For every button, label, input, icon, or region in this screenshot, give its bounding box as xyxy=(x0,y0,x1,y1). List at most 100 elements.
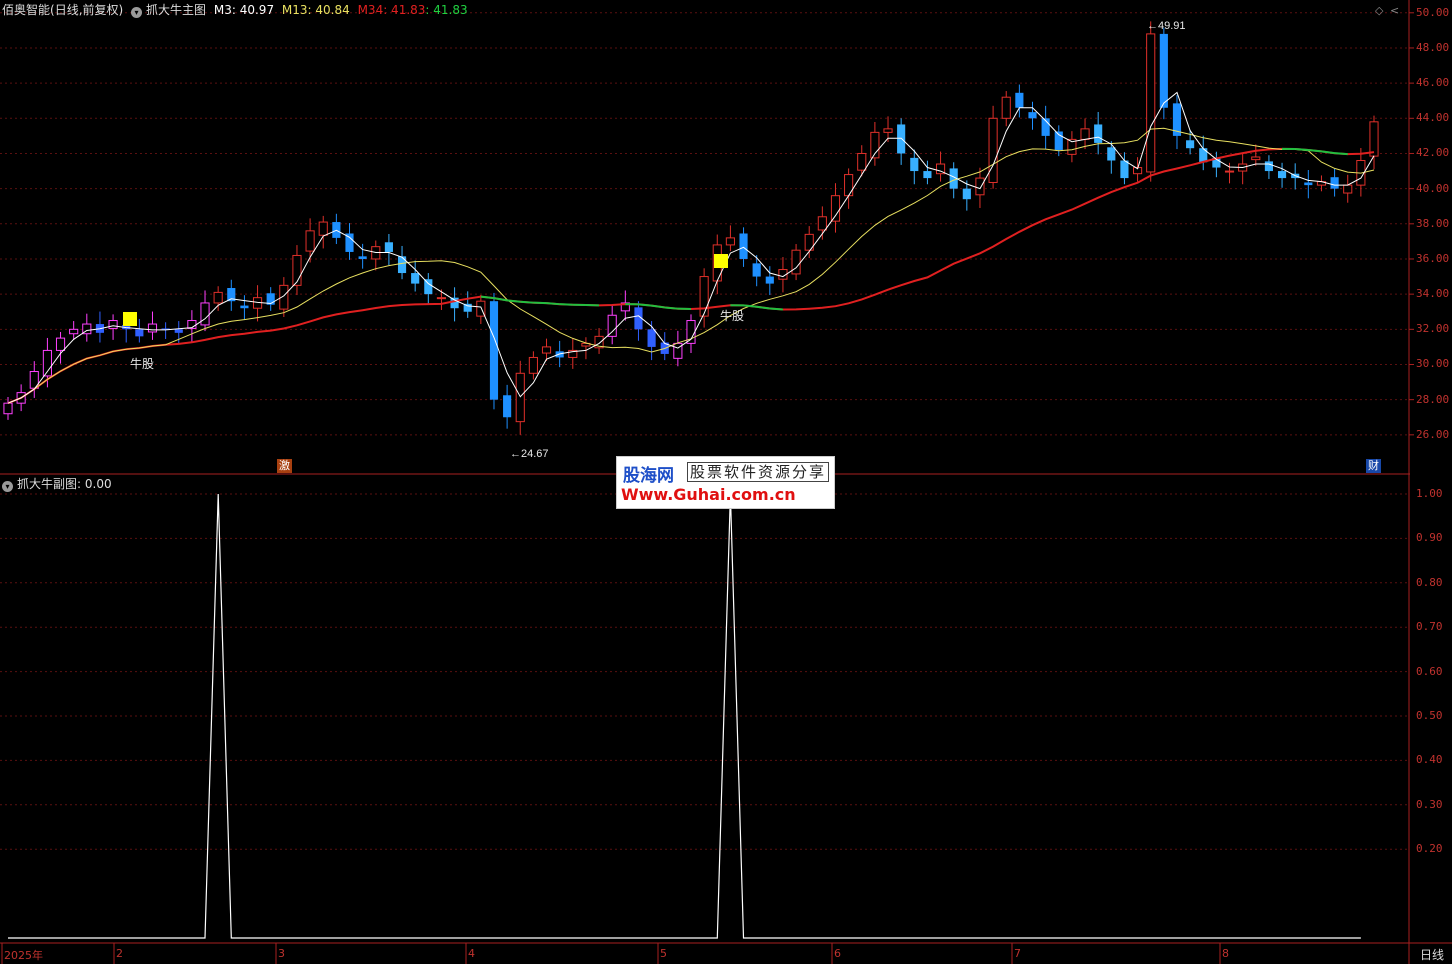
candle-body xyxy=(174,329,183,333)
watermark-slogan: 股票软件资源分享 xyxy=(687,462,830,482)
sub-indicator-name[interactable]: 抓大牛副图 xyxy=(17,477,77,491)
candle-body xyxy=(699,276,709,317)
event-tag-left[interactable]: 激 xyxy=(277,459,292,473)
chevron-left-icon[interactable]: < xyxy=(1390,4,1399,17)
candle-body xyxy=(830,195,841,222)
candle-body xyxy=(647,329,656,347)
candle-body xyxy=(384,242,393,252)
candle-body xyxy=(857,152,867,171)
candle-body xyxy=(607,314,617,337)
m34-down-segment xyxy=(507,299,521,303)
candle-body xyxy=(1186,140,1195,149)
candle-body xyxy=(55,337,66,351)
date-tick-label: 7 xyxy=(1014,947,1021,960)
candle-body xyxy=(1304,182,1313,186)
date-tick-label: 2 xyxy=(116,947,123,960)
candle-body xyxy=(1251,156,1261,161)
sub-tick-label: 0.30 xyxy=(1416,797,1443,811)
candle-body xyxy=(1107,147,1116,161)
candle-body xyxy=(397,256,407,274)
candle-body xyxy=(489,301,499,400)
candle-body xyxy=(975,177,985,196)
period-label[interactable]: (日线,前复权) xyxy=(50,3,123,17)
date-tick-label: 2025年 xyxy=(4,949,43,962)
m34-down-segment xyxy=(480,295,495,300)
signal-label-1: 牛股 xyxy=(130,357,155,371)
sub-tick-label: 0.70 xyxy=(1416,620,1443,634)
signal-label-2: 牛股 xyxy=(720,309,745,323)
price-tick-label: 42.00 xyxy=(1416,146,1450,160)
sub-indicator-value: : 0.00 xyxy=(77,477,112,491)
candle-body xyxy=(358,256,367,259)
candle-body xyxy=(3,402,13,415)
watermark-banner: 股海网 股票软件资源分享 Www.Guhai.com.cn xyxy=(616,456,835,509)
m34-down-segment xyxy=(743,304,757,308)
candle-body xyxy=(725,237,735,246)
dropdown-icon-sub[interactable]: ▾ xyxy=(2,481,13,492)
candle-body xyxy=(424,279,433,295)
event-tag-right[interactable]: 财 xyxy=(1366,459,1381,473)
price-tick-label: 28.00 xyxy=(1416,392,1450,406)
candle-body xyxy=(69,328,79,335)
candle-body xyxy=(910,157,919,172)
signal-marker-2 xyxy=(714,254,728,268)
candle-body xyxy=(503,395,512,418)
candle-body xyxy=(1120,160,1129,179)
candle-body xyxy=(200,302,210,326)
candle-body xyxy=(528,356,538,374)
price-tick-label: 36.00 xyxy=(1416,251,1450,265)
price-tick-label: 48.00 xyxy=(1416,40,1450,54)
m34-down-segment xyxy=(651,304,665,309)
candle-body xyxy=(411,273,420,284)
m34-down-segment xyxy=(546,302,560,306)
price-tick-label: 46.00 xyxy=(1416,76,1450,90)
candle-body xyxy=(1094,124,1103,143)
main-header: 佰奥智能(日线,前复权) ▾ 抓大牛主图 M3: 40.97 M13: 40.84… xyxy=(2,1,472,19)
candle-body xyxy=(240,305,249,309)
m34-value: M34: 41.83 xyxy=(357,3,426,17)
m13-value: M13: 40.84 xyxy=(281,3,350,17)
candle-body xyxy=(1146,33,1156,173)
candle-body xyxy=(1015,92,1024,108)
candle-body xyxy=(962,188,971,200)
candle-body xyxy=(1159,33,1168,108)
candle-body xyxy=(765,276,774,284)
diamond-icon[interactable]: ◇ xyxy=(1375,4,1383,17)
date-tick-label: 3 xyxy=(278,947,285,960)
low-annotation: ←24.67 xyxy=(510,448,549,460)
watermark-logo: 股海网 xyxy=(623,466,674,486)
price-tick-label: 26.00 xyxy=(1416,427,1450,441)
candle-body xyxy=(1369,121,1379,157)
candle-body xyxy=(1343,184,1353,194)
candle-body xyxy=(213,291,223,304)
candle-body xyxy=(883,128,893,133)
m3-value: M3: 40.97 xyxy=(213,3,275,17)
candle-body xyxy=(1224,170,1235,173)
candle-body xyxy=(1080,128,1090,140)
m34-down-segment xyxy=(664,306,678,310)
candle-body xyxy=(1277,171,1287,179)
stock-name[interactable]: 佰奥智能 xyxy=(2,3,50,17)
candle-body xyxy=(1028,112,1037,119)
candle-body xyxy=(817,216,827,231)
price-tick-label: 34.00 xyxy=(1416,287,1450,301)
date-tick-label: 4 xyxy=(468,947,475,960)
date-tick-label: 5 xyxy=(660,947,667,960)
candle-body xyxy=(752,263,761,277)
m34-down-segment xyxy=(638,303,652,307)
period-toggle[interactable]: 日线 xyxy=(1420,946,1444,963)
m34-down-segment xyxy=(559,303,573,306)
price-tick-label: 30.00 xyxy=(1416,357,1450,371)
candle-body xyxy=(1330,177,1339,189)
candle-body xyxy=(739,233,748,259)
price-tick-label: 32.00 xyxy=(1416,322,1450,336)
candle-body xyxy=(844,174,854,197)
signal-marker-1 xyxy=(123,312,137,326)
indicator-name[interactable]: 抓大牛主图 xyxy=(146,3,206,17)
m34-down-segment xyxy=(769,307,784,311)
m34-down-segment xyxy=(1334,152,1348,156)
dropdown-icon[interactable]: ▾ xyxy=(131,7,143,18)
m3-line xyxy=(7,91,1375,404)
sub-tick-label: 0.50 xyxy=(1416,709,1443,722)
price-tick-label: 40.00 xyxy=(1416,181,1450,195)
